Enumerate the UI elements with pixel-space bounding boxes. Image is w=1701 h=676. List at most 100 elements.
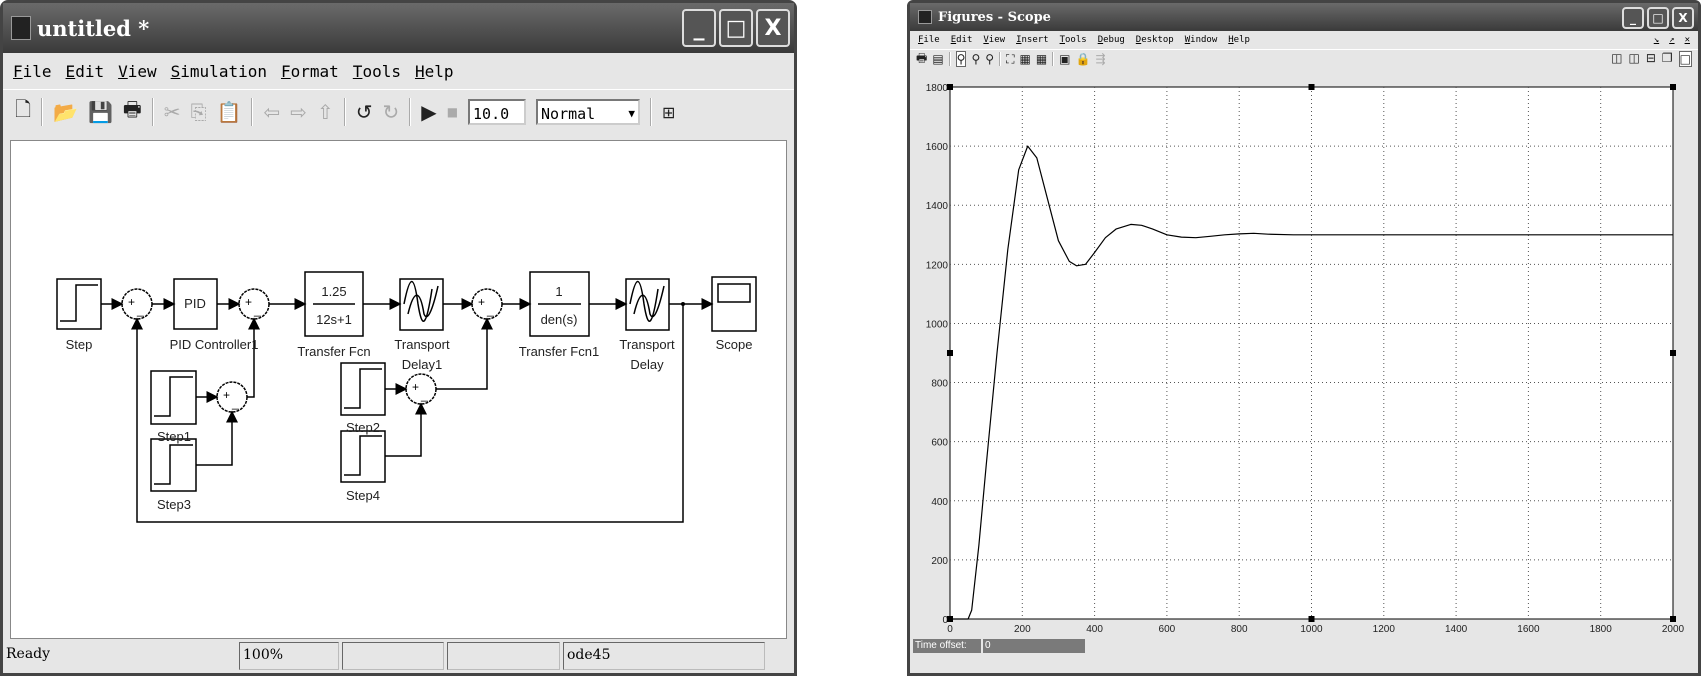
open-icon[interactable]: 📂 <box>53 100 78 124</box>
selection-handle <box>947 84 953 90</box>
transport-delay-block <box>625 278 670 331</box>
sum-sign: + <box>245 295 252 309</box>
window-title: untitled * <box>37 15 150 41</box>
undo-icon[interactable]: ↺ <box>356 100 373 124</box>
minimize-button[interactable]: _ <box>682 9 716 47</box>
menu-simulation[interactable]: Simulation <box>171 62 267 81</box>
sum-sign: + <box>223 388 230 402</box>
selection-handle <box>1308 84 1315 90</box>
sum-sign: _ <box>231 396 239 410</box>
sum-sign: + <box>128 295 135 309</box>
stop-simulation-icon[interactable]: ■ <box>447 105 458 119</box>
wire <box>385 402 427 457</box>
status-state: Ready <box>6 646 51 662</box>
y-tick-label: 1600 <box>926 142 949 153</box>
x-tick-label: 1200 <box>1373 624 1396 635</box>
x-tick-label: 1800 <box>1590 624 1613 635</box>
selection-handle <box>1670 616 1676 622</box>
redo-icon[interactable]: ↻ <box>383 100 400 124</box>
copy-icon[interactable]: ⎘ <box>191 100 207 124</box>
separator <box>41 98 44 126</box>
x-tick-label: 600 <box>1159 624 1176 635</box>
x-tick-label: 1400 <box>1445 624 1468 635</box>
selection-handle <box>947 350 953 356</box>
separator <box>343 98 346 126</box>
step4-label: Step4 <box>346 488 380 503</box>
start-simulation-icon[interactable]: ▶ <box>421 100 436 124</box>
x-tick-label: 1600 <box>1517 624 1540 635</box>
time-offset-label: Time offset: <box>913 639 981 653</box>
tf1-numerator: 1 <box>555 284 562 299</box>
status-bar: Ready 100% ode45 <box>3 642 794 670</box>
y-tick-label: 600 <box>931 438 948 449</box>
up-icon[interactable]: ⇧ <box>317 100 334 124</box>
menu-edit[interactable]: Edit <box>66 62 105 81</box>
print-icon[interactable]: 🖶 <box>123 95 142 129</box>
selection-handle <box>1670 350 1676 356</box>
menu-view[interactable]: View <box>118 62 157 81</box>
y-tick-label: 1800 <box>926 83 949 94</box>
maximize-button[interactable]: □ <box>719 9 753 47</box>
forward-icon[interactable]: ⇨ <box>290 100 307 124</box>
tf-label: Transfer Fcn <box>297 344 370 359</box>
menu-format[interactable]: Format <box>281 62 339 81</box>
model-canvas[interactable]: + _ + _ + _ + _ + _ PID 1.25 12s+1 1 den(s) S… <box>10 140 787 639</box>
y-tick-label: 200 <box>931 556 948 567</box>
td-label-line2: Delay <box>630 357 664 372</box>
sum-sign: _ <box>420 388 428 402</box>
status-empty <box>447 642 560 670</box>
x-tick-label: 2000 <box>1662 624 1685 635</box>
tf1-denominator: den(s) <box>541 312 578 327</box>
sum-sign: _ <box>253 303 261 317</box>
selection-handle <box>1308 616 1315 622</box>
x-tick-label: 200 <box>1014 624 1031 635</box>
branch-point <box>681 302 685 306</box>
time-offset-value: 0 <box>983 639 1085 653</box>
menu-tools[interactable]: Tools <box>353 62 401 81</box>
scope-block <box>711 276 757 332</box>
x-tick-label: 1000 <box>1300 624 1323 635</box>
cut-icon[interactable]: ✂ <box>164 100 181 124</box>
step3-label: Step3 <box>157 497 191 512</box>
separator <box>650 98 653 126</box>
new-icon[interactable]: 🗋 <box>15 95 31 129</box>
step2-label: Step2 <box>346 420 380 435</box>
x-tick-label: 400 <box>1086 624 1103 635</box>
wire <box>247 317 260 398</box>
step-block <box>56 278 102 330</box>
pid-text: PID <box>184 296 206 311</box>
status-solver: ode45 <box>563 642 765 670</box>
title-bar[interactable]: untitled * _ □ X <box>3 3 794 53</box>
y-tick-label: 1000 <box>926 319 949 330</box>
menu-file[interactable]: File <box>13 62 52 81</box>
scope-window: Figures - Scope _ □ X File Edit View Ins… <box>907 0 1701 676</box>
x-tick-label: 800 <box>1231 624 1248 635</box>
step1-label: Step1 <box>157 429 191 444</box>
y-tick-label: 1200 <box>926 260 949 271</box>
sum-sign: + <box>412 380 419 394</box>
step3-block <box>150 438 197 492</box>
step4-block <box>340 430 386 483</box>
separator <box>409 98 412 126</box>
menu-bar: File Edit View Simulation Format Tools H… <box>3 56 794 86</box>
sum-sign: _ <box>136 303 144 317</box>
time-offset: Time offset: 0 <box>913 639 1085 653</box>
x-tick-label: 0 <box>947 624 953 635</box>
toolbar: 🗋 📂 💾 🖶 ✂ ⎘ 📋 ⇦ ⇨ ⇧ ↺ ↻ ▶ ■ 10.0 Normal … <box>3 89 794 134</box>
save-icon[interactable]: 💾 <box>88 100 113 124</box>
simulation-mode-select[interactable]: Normal ▼ <box>536 99 641 125</box>
simulink-icon <box>11 16 31 40</box>
separator <box>251 98 254 126</box>
stop-time-input[interactable]: 10.0 <box>468 99 527 125</box>
close-button[interactable]: X <box>756 9 790 47</box>
scope-plot[interactable]: 0 200 400 600 800 1000 1200 1400 1600 1800 2000 0 20… <box>907 0 1701 676</box>
td1-label-line1: Transport <box>394 337 450 352</box>
simulation-mode-value: Normal <box>541 105 596 123</box>
library-browser-icon[interactable]: ⊞ <box>662 103 675 122</box>
menu-help[interactable]: Help <box>415 62 454 81</box>
back-icon[interactable]: ⇦ <box>263 100 280 124</box>
y-tick-label: 1400 <box>926 201 949 212</box>
tf1-label: Transfer Fcn1 <box>519 344 599 359</box>
simulink-window: untitled * _ □ X File Edit View Simulati… <box>0 0 797 676</box>
paste-icon[interactable]: 📋 <box>217 100 242 124</box>
